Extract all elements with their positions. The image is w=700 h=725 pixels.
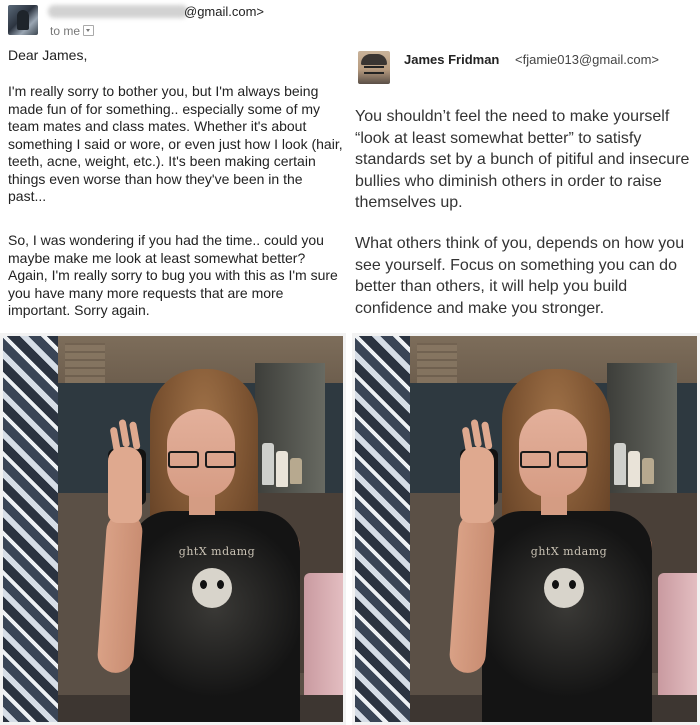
shirt-print-skull (192, 568, 232, 608)
shower-curtain (352, 333, 410, 725)
shirt (130, 511, 300, 725)
bathroom-scene: ghtX mdamg (352, 333, 700, 725)
reply-sender-email[interactable]: <fjamie013@gmail.com> (515, 52, 659, 67)
chevron-down-icon[interactable] (83, 25, 95, 36)
peace-sign-hand (460, 447, 494, 523)
redacted-sender-name (48, 5, 188, 18)
person: ghtX mdamg (92, 363, 302, 725)
glasses-icon (168, 451, 236, 468)
incoming-email-pane: @gmail.com> to me Dear James, I'm really… (0, 0, 347, 330)
peace-sign-hand (108, 447, 142, 523)
sender-avatar-icon[interactable] (8, 5, 38, 35)
email-greeting: Dear James, (8, 47, 88, 63)
shirt-print-text: ghtX mdamg (530, 545, 608, 558)
bathroom-scene: ghtX mdamg (0, 333, 346, 725)
reply-paragraph-2: What others think of you, depends on how… (355, 235, 685, 317)
reply-paragraph-1: You shouldn’t feel the need to make your… (355, 108, 690, 211)
shirt-print-text: ghtX mdamg (178, 545, 256, 558)
original-photo: ghtX mdamg (0, 333, 346, 725)
glasses-icon (520, 451, 588, 468)
email-paragraph-2: So, I was wondering if you had the time.… (8, 232, 338, 318)
person: ghtX mdamg (444, 363, 654, 725)
shirt-print-skull (544, 568, 584, 608)
shower-curtain (0, 333, 58, 725)
shirt (482, 511, 652, 725)
reply-sender-name[interactable]: James Fridman (404, 52, 499, 67)
sender-email-domain[interactable]: @gmail.com> (184, 4, 264, 19)
recipient-line[interactable]: to me (50, 24, 95, 38)
email-paragraph-1: I'm really sorry to bother you, but I'm … (8, 83, 343, 204)
reply-avatar-icon[interactable] (358, 51, 390, 84)
reply-email-pane: James Fridman <fjamie013@gmail.com> You … (347, 0, 700, 330)
recipient-label: to me (50, 24, 81, 38)
edited-photo: ghtX mdamg (352, 333, 700, 725)
